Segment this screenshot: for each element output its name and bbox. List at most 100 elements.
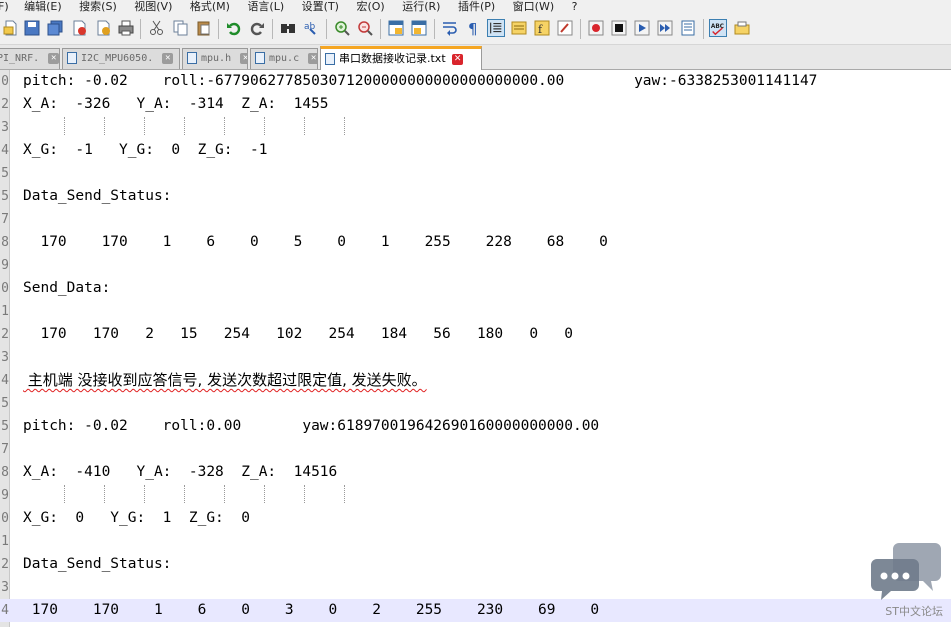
- whitespace-marker: [144, 117, 146, 135]
- menu-plugins[interactable]: 插件(P): [458, 0, 495, 14]
- zoom-out-icon[interactable]: [356, 19, 374, 37]
- text-line[interactable]: 5: [0, 162, 951, 185]
- whitespace-marker: [344, 117, 346, 135]
- text-line[interactable]: 2 X_A: -326 Y_A: -314 Z_A: 1455: [0, 93, 951, 116]
- line-number: 0: [1, 281, 9, 296]
- function-list-icon[interactable]: f: [533, 19, 551, 37]
- text-line[interactable]: 7: [0, 208, 951, 231]
- line-text: 170 170 1 6 0 3 0 2 255 230 69 0: [23, 602, 600, 618]
- text-line[interactable]: 3: [0, 346, 951, 369]
- menu-settings[interactable]: 设置(T): [302, 0, 339, 14]
- text-line[interactable]: 4 主机端 没接收到应答信号, 发送次数超过限定值, 发送失败。: [0, 369, 951, 392]
- text-line[interactable]: 0 X_G: 0 Y_G: 1 Z_G: 0: [0, 507, 951, 530]
- tab-close-icon[interactable]: ✕: [240, 52, 247, 64]
- tab-close-icon[interactable]: ✕: [308, 52, 317, 64]
- zoom-in-icon[interactable]: [333, 19, 351, 37]
- tab-mpu-h[interactable]: mpu.h ✕: [182, 48, 248, 69]
- text-line[interactable]: 3: [0, 576, 951, 599]
- spell-settings-icon[interactable]: [733, 19, 751, 37]
- tab-mpu-c[interactable]: mpu.c ✕: [250, 48, 318, 69]
- sync-horizontal-icon[interactable]: [410, 19, 428, 37]
- tab-label: I2C_MPU6050.: [81, 53, 154, 64]
- menu-file[interactable]: F): [0, 0, 9, 14]
- find-icon[interactable]: [279, 19, 297, 37]
- save-macro-icon[interactable]: [679, 19, 697, 37]
- text-line[interactable]: 5 Data_Send_Status:: [0, 185, 951, 208]
- doc-map-icon[interactable]: [510, 19, 528, 37]
- tab-i2c-mpu6050[interactable]: I2C_MPU6050. ✕: [62, 48, 180, 69]
- replace-icon[interactable]: ab: [302, 19, 320, 37]
- undo-icon[interactable]: [225, 19, 243, 37]
- show-all-chars-icon[interactable]: ¶: [464, 19, 482, 37]
- line-text: 主机端 没接收到应答信号, 发送次数超过限定值, 发送失败。: [23, 371, 427, 389]
- text-line[interactable]: 8 170 170 1 6 0 5 0 1 255 228 68 0: [0, 231, 951, 254]
- sync-vertical-icon[interactable]: [387, 19, 405, 37]
- indent-guide-icon[interactable]: [487, 19, 505, 37]
- tab-close-icon[interactable]: ✕: [452, 53, 464, 65]
- tab-close-icon[interactable]: ✕: [162, 52, 174, 64]
- menu-search[interactable]: 搜索(S): [79, 0, 117, 14]
- close-icon[interactable]: [70, 19, 88, 37]
- word-wrap-icon[interactable]: [441, 19, 459, 37]
- line-text: Send_Data:: [23, 280, 111, 296]
- line-number: 5: [1, 166, 9, 181]
- text-line[interactable]: 2 170 170 2 15 254 102 254 184 56 180 0 …: [0, 323, 951, 346]
- redo-icon[interactable]: [248, 19, 266, 37]
- text-line[interactable]: 2 Data_Send_Status:: [0, 553, 951, 576]
- menu-view[interactable]: 视图(V): [134, 0, 172, 14]
- menu-language[interactable]: 语言(L): [247, 0, 284, 14]
- text-line[interactable]: 9: [0, 484, 951, 507]
- record-macro-icon[interactable]: [587, 19, 605, 37]
- tab-serial-log[interactable]: 串口数据接收记录.txt ✕: [320, 46, 482, 70]
- line-text: X_A: -410 Y_A: -328 Z_A: 14516: [23, 464, 338, 480]
- run-macro-multiple-icon[interactable]: [656, 19, 674, 37]
- text-line[interactable]: 1: [0, 530, 951, 553]
- line-number: 9: [1, 258, 9, 273]
- cut-icon[interactable]: [148, 19, 166, 37]
- copy-icon[interactable]: [172, 19, 190, 37]
- spell-check-icon[interactable]: ABC: [709, 19, 727, 37]
- line-number: 2: [1, 557, 9, 572]
- menu-run[interactable]: 运行(R): [402, 0, 440, 14]
- text-line[interactable]: 9: [0, 254, 951, 277]
- file-icon: [255, 52, 265, 64]
- line-text: 170 170 1 6 0 5 0 1 255 228 68 0: [23, 234, 608, 250]
- text-line[interactable]: 4 170 170 1 6 0 3 0 2 255 230 69 0: [0, 599, 951, 622]
- line-number: 8: [1, 465, 9, 480]
- line-number: 1: [1, 304, 9, 319]
- line-number: 3: [1, 350, 9, 365]
- text-line[interactable]: 7: [0, 438, 951, 461]
- line-number: 0: [1, 511, 9, 526]
- text-line[interactable]: 0 Send_Data:: [0, 277, 951, 300]
- new-file-icon[interactable]: [2, 19, 20, 37]
- folder-workspace-icon[interactable]: [556, 19, 574, 37]
- menu-edit[interactable]: 编辑(E): [24, 0, 62, 14]
- close-all-icon[interactable]: [94, 19, 112, 37]
- text-line[interactable]: 4 X_G: -1 Y_G: 0 Z_G: -1: [0, 139, 951, 162]
- menu-format[interactable]: 格式(M): [190, 0, 230, 14]
- whitespace-marker: [264, 485, 266, 503]
- tab-close-icon[interactable]: ✕: [48, 52, 59, 64]
- menu-help[interactable]: ?: [572, 0, 578, 14]
- stop-macro-icon[interactable]: [610, 19, 628, 37]
- tab-label: PI_NRF.: [0, 53, 40, 64]
- text-line[interactable]: 8 X_A: -410 Y_A: -328 Z_A: 14516: [0, 461, 951, 484]
- play-macro-icon[interactable]: [633, 19, 651, 37]
- save-all-icon[interactable]: [46, 19, 64, 37]
- text-line[interactable]: 3: [0, 116, 951, 139]
- print-icon[interactable]: [117, 19, 135, 37]
- save-icon[interactable]: [23, 19, 41, 37]
- editor-area[interactable]: 0 pitch: -0.02 roll:-67790627785030712000…: [0, 70, 951, 627]
- text-line[interactable]: 5: [0, 392, 951, 415]
- whitespace-marker: [104, 117, 106, 135]
- text-line[interactable]: 1: [0, 300, 951, 323]
- whitespace-marker: [224, 485, 226, 503]
- menu-window[interactable]: 窗口(W): [513, 0, 554, 14]
- menu-macro[interactable]: 宏(O): [356, 0, 384, 14]
- tab-pi-nrf[interactable]: PI_NRF. ✕: [0, 48, 60, 69]
- paste-icon[interactable]: [195, 19, 213, 37]
- text-line[interactable]: 0 pitch: -0.02 roll:-67790627785030712000…: [0, 70, 951, 93]
- file-icon: [67, 52, 77, 64]
- text-line[interactable]: 5 pitch: -0.02 roll:0.00 yaw:618970019642…: [0, 415, 951, 438]
- toolbar: ab ¶ f ABC: [0, 14, 951, 45]
